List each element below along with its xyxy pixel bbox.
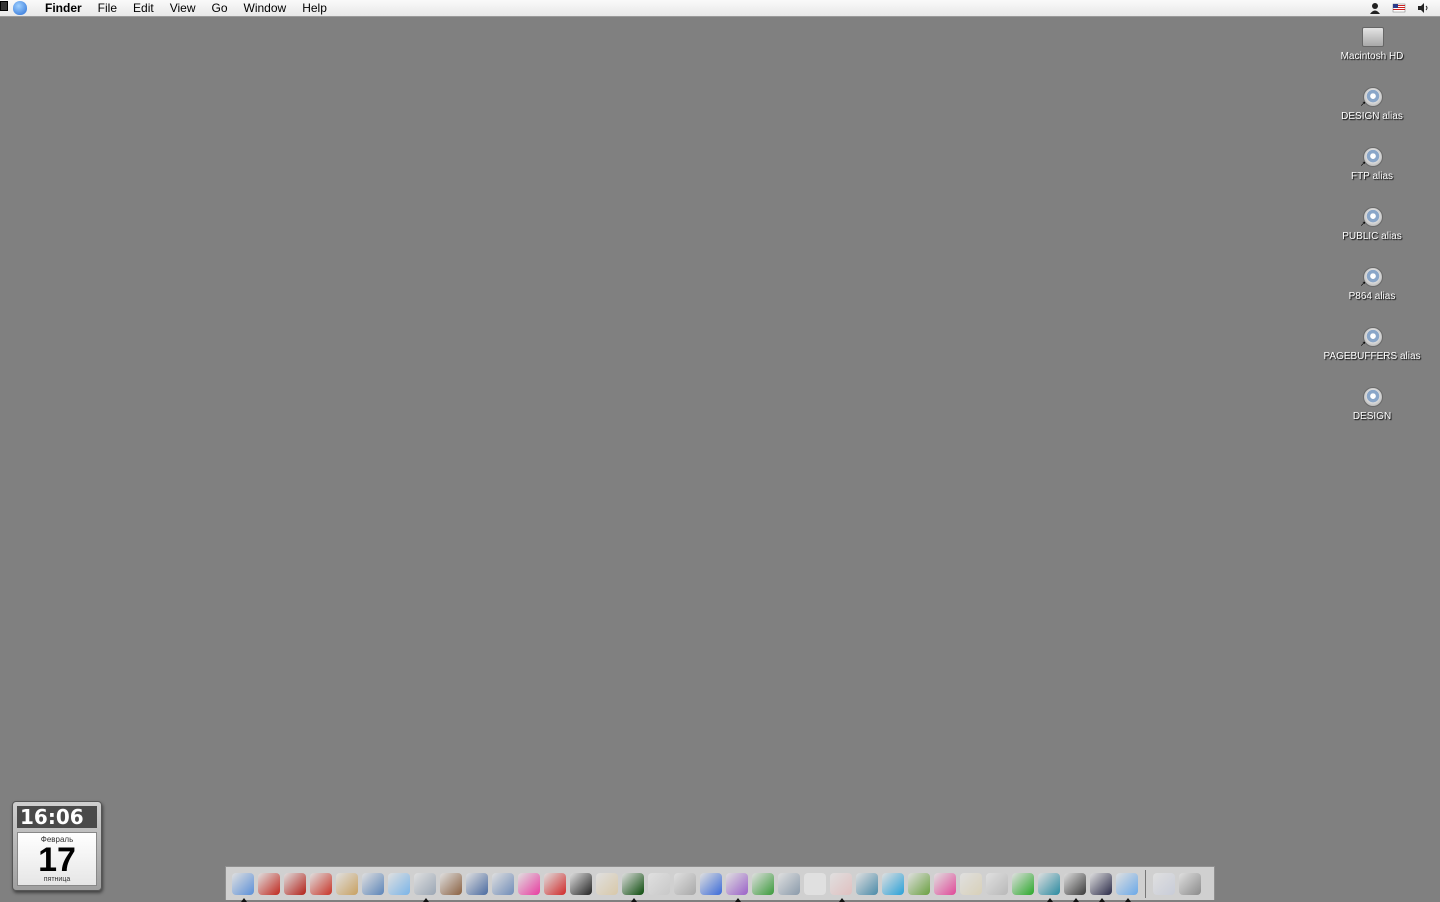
network-volume-icon: ↗: [1360, 144, 1384, 168]
menu-edit[interactable]: Edit: [125, 0, 162, 16]
desktop-icon-label: DESIGN alias: [1341, 111, 1403, 122]
menu-view[interactable]: View: [162, 0, 204, 16]
acrobat-reader-icon[interactable]: [830, 872, 852, 902]
menu-finder[interactable]: Finder: [37, 0, 90, 16]
acrobat-icon[interactable]: [258, 872, 280, 895]
menu-window[interactable]: Window: [236, 0, 295, 16]
terminal-icon[interactable]: [570, 872, 592, 895]
apple-menu-icon[interactable]: [13, 1, 27, 15]
desktop-icon[interactable]: DESIGN: [1312, 384, 1432, 422]
desktop-icon-label: PAGEBUFFERS alias: [1323, 351, 1421, 362]
desktop-icon[interactable]: ↗ DESIGN alias: [1312, 84, 1432, 122]
widget-day: 17: [38, 841, 76, 879]
acrobat-icon[interactable]: [310, 872, 332, 895]
widget-weekday: пятница: [43, 876, 71, 883]
menu-help[interactable]: Help: [294, 0, 335, 16]
color-icon[interactable]: [518, 872, 540, 895]
icq-icon[interactable]: [1012, 872, 1034, 895]
volume-icon[interactable]: [1416, 2, 1430, 14]
widget-time: 16:06: [17, 806, 97, 828]
desktop-icon-label: PUBLIC alias: [1342, 231, 1402, 242]
app-icon[interactable]: [544, 872, 566, 895]
hard-drive-icon: [1360, 24, 1384, 48]
network-volume-icon: ↗: [1360, 264, 1384, 288]
desktop-icon[interactable]: ↗ PUBLIC alias: [1312, 204, 1432, 242]
alias-arrow-icon: ↗: [1360, 281, 1366, 288]
desktop-icon[interactable]: ↗ P864 alias: [1312, 264, 1432, 302]
app-icon[interactable]: [1038, 872, 1060, 902]
desktop-icon[interactable]: ↗ FTP alias: [1312, 144, 1432, 182]
itunes-icon[interactable]: [388, 872, 410, 895]
app-icon[interactable]: [466, 872, 488, 895]
finder-icon[interactable]: [232, 872, 254, 902]
app-icon[interactable]: [908, 872, 930, 895]
safari-icon[interactable]: [1116, 872, 1138, 902]
calculator-icon[interactable]: [674, 872, 696, 895]
user-icon[interactable]: [1368, 2, 1382, 14]
address-book-icon[interactable]: [336, 872, 358, 895]
imovie-icon[interactable]: [492, 872, 514, 895]
desktop-icon[interactable]: Macintosh HD: [1312, 24, 1432, 62]
mail-icon[interactable]: [414, 872, 436, 902]
desktop-icon[interactable]: ↗ PAGEBUFFERS alias: [1312, 324, 1432, 362]
app-icon[interactable]: [648, 872, 670, 895]
app-icon[interactable]: [1090, 872, 1112, 902]
app-icon[interactable]: [752, 872, 774, 895]
dock-separator: [1145, 869, 1146, 898]
alias-arrow-icon: ↗: [1360, 341, 1366, 348]
menu-bar: Finder File Edit View Go Window Help: [0, 0, 1440, 17]
desktop-icon-label: FTP alias: [1350, 171, 1394, 182]
network-volume-icon: ↗: [1360, 204, 1384, 228]
clock-calendar-widget[interactable]: 16:06 Февраль 17 пятница: [12, 801, 102, 891]
app-icon[interactable]: [960, 872, 982, 895]
acrobat-icon[interactable]: [284, 872, 306, 895]
network-volume-icon: ↗: [1360, 324, 1384, 348]
us-flag-icon[interactable]: [1392, 2, 1406, 14]
network-volume-icon: ↗: [1360, 84, 1384, 108]
desktop-icon-label: P864 alias: [1348, 291, 1396, 302]
app-icon[interactable]: [882, 872, 904, 895]
app-icon[interactable]: [726, 872, 748, 902]
app-icon[interactable]: [778, 872, 800, 895]
alias-arrow-icon: ↗: [1360, 101, 1366, 108]
network-volume-icon: [1360, 384, 1384, 408]
app-icon[interactable]: [1064, 872, 1086, 902]
acrobat-reader-icon[interactable]: [804, 872, 826, 895]
textedit-icon[interactable]: [596, 872, 618, 895]
calendar-page: Февраль 17 пятница: [17, 832, 97, 886]
iphoto-icon[interactable]: [440, 872, 462, 895]
alias-arrow-icon: ↗: [1360, 161, 1366, 168]
trash-icon[interactable]: [1179, 872, 1201, 895]
word-icon[interactable]: [700, 872, 722, 895]
menu-go[interactable]: Go: [204, 0, 236, 16]
desktop-icon-label: DESIGN: [1352, 411, 1392, 422]
document-stack-icon[interactable]: [1153, 872, 1175, 895]
dock: [225, 866, 1215, 902]
activity-monitor-icon[interactable]: [622, 872, 644, 902]
app-icon[interactable]: [856, 872, 878, 895]
desktop-icon-label: Macintosh HD: [1340, 51, 1404, 62]
app-icon[interactable]: [934, 872, 956, 895]
app-icon[interactable]: [362, 872, 384, 895]
alias-arrow-icon: ↗: [1360, 221, 1366, 228]
window-corner-icon: [0, 1, 8, 11]
app-icon[interactable]: [986, 872, 1008, 895]
menu-file[interactable]: File: [90, 0, 125, 16]
